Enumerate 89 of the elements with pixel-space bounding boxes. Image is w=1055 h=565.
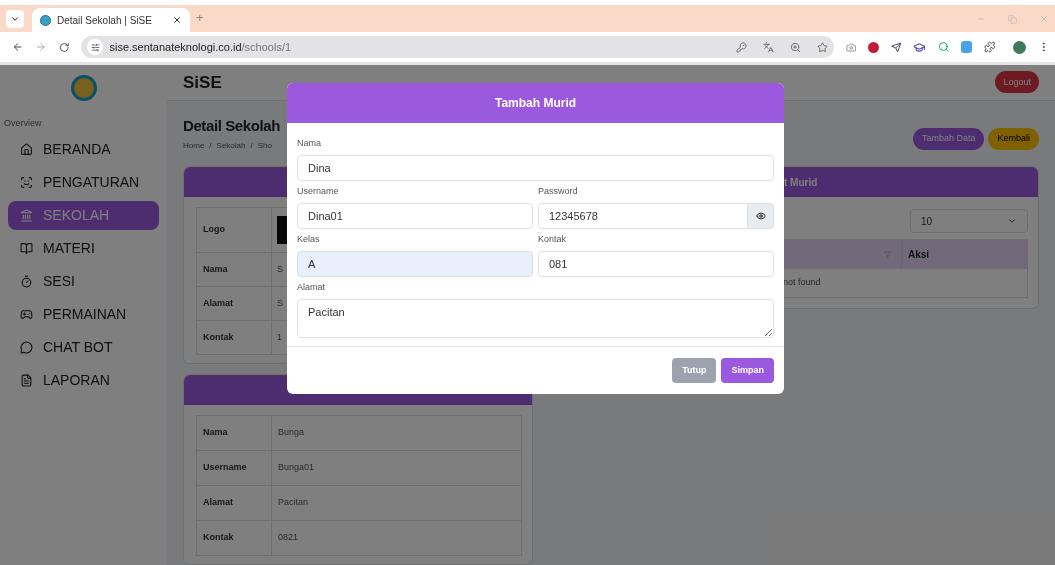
row-value: Bunga01 [271, 450, 522, 486]
reload-icon[interactable] [58, 41, 70, 53]
sidebar-item[interactable]: SESI [8, 266, 159, 296]
row-label: Kontak [196, 520, 272, 556]
text-field[interactable]: 081 [538, 251, 774, 277]
row-label: Username [196, 450, 272, 486]
bank-building-icon [20, 208, 33, 222]
page-title: Detail Sekolah [183, 115, 280, 136]
section-label: Overview [4, 117, 43, 130]
text-field[interactable]: Dina [297, 155, 774, 181]
tab-title: Detail Sekolah | SiSE [57, 13, 153, 28]
breadcrumb-separator: / [250, 140, 253, 152]
field-label: Kontak [538, 233, 568, 246]
field-label: Password [538, 185, 579, 198]
field-label: Alamat [297, 281, 326, 294]
column-header: Aksi [907, 248, 931, 262]
person-frame-icon [20, 175, 33, 189]
school-logo [70, 75, 97, 101]
action-button[interactable]: Tambah Data [912, 128, 985, 150]
square-extension-icon[interactable] [961, 41, 972, 53]
translate-icon[interactable] [762, 41, 774, 53]
site-settings-icon[interactable] [87, 39, 104, 55]
action-button[interactable]: Kembali [988, 128, 1039, 150]
extensions-icon[interactable] [983, 41, 996, 53]
text-field[interactable]: Dina01 [297, 203, 533, 229]
show-password-button[interactable] [748, 203, 774, 229]
sidebar-item[interactable]: PENGATURAN [8, 167, 159, 197]
breadcrumb-link[interactable]: Sho [257, 140, 272, 152]
chevron-down-icon [1007, 216, 1017, 226]
close-icon[interactable] [172, 15, 182, 25]
bookmark-star-icon[interactable] [816, 41, 828, 53]
logout-button[interactable]: Logout [995, 71, 1039, 94]
row-value: Pacitan [271, 485, 522, 521]
cursor-arrow-icon[interactable] [890, 41, 902, 53]
modal-button[interactable]: Simpan [721, 358, 774, 383]
zoom-icon[interactable] [789, 41, 801, 53]
key-icon[interactable] [735, 41, 747, 53]
page-size-select[interactable]: 10 [910, 209, 1028, 233]
row-label: Alamat [196, 286, 272, 321]
password-field[interactable]: 12345678 [538, 203, 748, 229]
eye-icon [755, 211, 766, 221]
new-tab-button[interactable]: + [196, 7, 204, 27]
address-textarea[interactable]: Pacitan [297, 299, 774, 338]
house-icon [20, 142, 33, 156]
brand-name: SiSE [183, 71, 222, 94]
stopwatch-icon [20, 274, 33, 288]
row-value: 1 [277, 331, 282, 342]
breadcrumb-link[interactable]: Home [183, 140, 205, 152]
text-field[interactable]: A [297, 251, 533, 277]
field-label: Kelas [297, 233, 321, 246]
field-label: Username [297, 185, 340, 198]
chat-bubble-icon [20, 340, 33, 354]
sidebar-item[interactable]: CHAT BOT [8, 332, 159, 362]
sidebar-item[interactable]: MATERI [8, 233, 159, 263]
camera-icon[interactable] [845, 41, 857, 53]
profile-avatar[interactable] [1013, 40, 1026, 54]
magnifier-icon[interactable] [937, 41, 950, 53]
row-label: Logo [196, 207, 272, 253]
row-label: Alamat [196, 485, 272, 521]
sidebar-item[interactable]: BERANDA [8, 134, 159, 164]
chevron-down-icon [10, 14, 20, 24]
row-value: Bunga [271, 415, 522, 451]
row-value: 0821 [271, 520, 522, 556]
globe-favicon-icon [40, 14, 51, 26]
breadcrumb-link[interactable]: Sekolah [216, 140, 246, 152]
graduation-cap-icon[interactable] [913, 40, 926, 54]
url-text: sise.sentanateknologi.co.id/schools/1 [109, 39, 292, 55]
address-bar[interactable]: sise.sentanateknologi.co.id/schools/1 [81, 36, 834, 58]
book-icon [20, 241, 33, 255]
sidebar-item[interactable]: SEKOLAH [8, 200, 159, 230]
browser-tab[interactable]: Detail Sekolah | SiSE [32, 8, 190, 32]
modal-button[interactable]: Tutup [672, 358, 717, 383]
modal-title: Tambah Murid [494, 95, 577, 112]
row-value: S [277, 263, 283, 274]
row-label: Nama [196, 415, 272, 451]
empty-table-message: not found [783, 276, 821, 290]
field-label: Nama [297, 137, 322, 150]
sidebar-item[interactable]: PERMAINAN [8, 299, 159, 329]
row-label: Kontak [196, 320, 272, 355]
gamepad-icon [20, 307, 33, 321]
card-title: t Murid [784, 175, 818, 190]
document-icon [20, 373, 33, 387]
row-value: S [277, 297, 283, 308]
back-icon[interactable] [12, 41, 24, 53]
row-label: Nama [196, 252, 272, 287]
sidebar-item[interactable]: LAPORAN [8, 365, 159, 395]
forward-icon[interactable] [35, 41, 47, 53]
circle-extension-icon[interactable] [868, 41, 879, 53]
breadcrumb-separator: / [209, 140, 212, 152]
